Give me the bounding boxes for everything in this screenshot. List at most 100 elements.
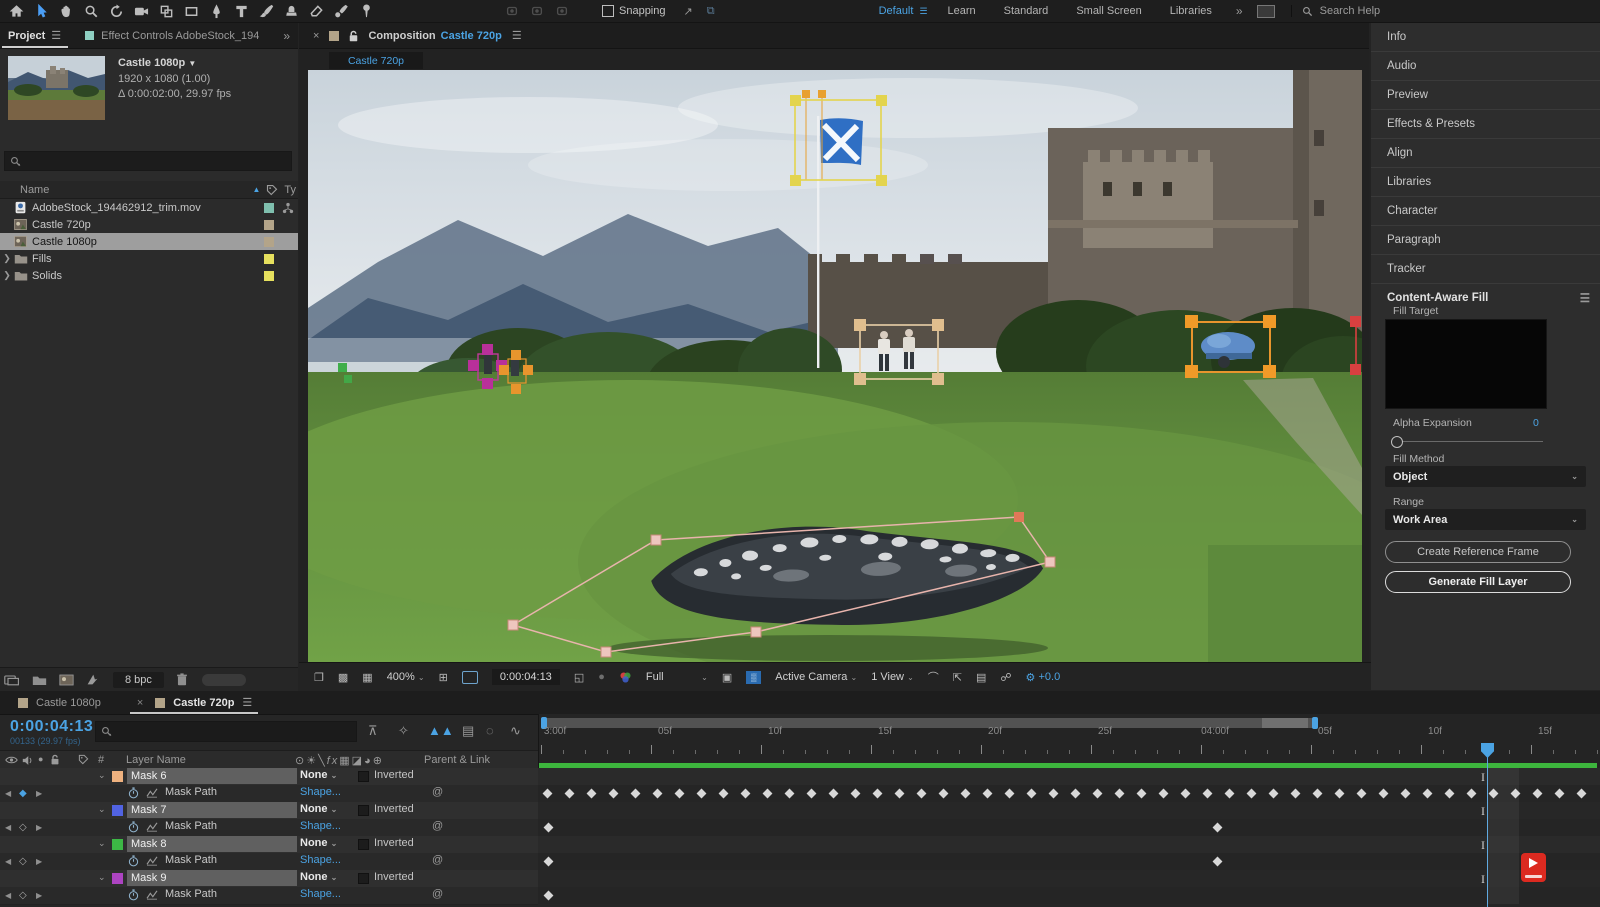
zoom-tool-icon[interactable] [79, 0, 104, 22]
channel-reset-icon[interactable]: ⇱ [953, 671, 962, 684]
tab-effect-controls[interactable]: Effect Controls AdobeStock_194 [101, 30, 259, 42]
snap-features-icon[interactable]: ⧉ [707, 5, 715, 18]
keyframe-icon[interactable] [1577, 789, 1587, 799]
trash-icon[interactable] [176, 673, 188, 686]
prev-keyframe-icon[interactable]: ◀ [5, 891, 11, 900]
label-column-icon[interactable] [78, 754, 89, 765]
lane-mask-6[interactable]: I [538, 768, 1600, 785]
keyframe-icon[interactable] [1555, 789, 1565, 799]
set-keyframe-icon[interactable]: ◇ [19, 821, 27, 833]
next-keyframe-icon[interactable]: ▶ [36, 857, 42, 866]
keyframe-icon[interactable] [1213, 857, 1223, 867]
sort-arrow-icon[interactable]: ▲ [252, 185, 260, 194]
keyframe-icon[interactable] [807, 789, 817, 799]
twirl-icon[interactable]: ⌄ [98, 838, 106, 849]
mirror-viewer-icon[interactable]: ▦ [362, 671, 372, 684]
keyframe-icon[interactable] [1115, 789, 1125, 799]
keyframe-icon[interactable] [1335, 789, 1345, 799]
layer-color-swatch[interactable] [112, 771, 123, 782]
keyframe-lane-mask-8[interactable] [538, 853, 1600, 870]
keyframe-icon[interactable] [895, 789, 905, 799]
property-row-mask-7-mask-path[interactable]: ◀◇▶Mask PathShape...@ [0, 819, 538, 837]
set-keyframe-icon[interactable]: ◆ [19, 787, 27, 799]
graph-editor-icon[interactable]: ∿ [510, 723, 521, 739]
interpret-footage-icon[interactable] [4, 674, 20, 686]
keyframe-icon[interactable] [851, 789, 861, 799]
keyframe-icon[interactable] [785, 789, 795, 799]
primary-viewer-icon[interactable]: ▩ [338, 671, 348, 684]
keyframe-icon[interactable] [1137, 789, 1147, 799]
brush-tool-icon[interactable] [254, 0, 279, 22]
layer-color-swatch[interactable] [112, 805, 123, 816]
renderer-icon[interactable]: ▲▲ [428, 723, 454, 738]
roto-brush-tool-icon[interactable] [329, 0, 354, 22]
keyframe-icon[interactable] [741, 789, 751, 799]
twirl-icon[interactable]: ⌄ [98, 872, 106, 883]
keyframe-icon[interactable] [544, 823, 554, 833]
channels-icon[interactable] [619, 671, 632, 684]
mask-mode-dropdown[interactable]: None ⌄ [300, 871, 337, 883]
keyframe-icon[interactable] [697, 789, 707, 799]
workspace-menu-icon[interactable]: ☰ [919, 6, 927, 17]
layer-name[interactable]: Mask 6 [127, 768, 297, 784]
pick-whip-icon[interactable]: @ [432, 820, 443, 832]
label-column-icon[interactable] [266, 184, 278, 196]
snap-along-edges-icon[interactable]: ↗ [684, 5, 693, 18]
panel-section-preview[interactable]: Preview [1371, 81, 1600, 110]
rotation-tool-icon[interactable] [104, 0, 129, 22]
workspace-standard[interactable]: Standard [1004, 5, 1049, 17]
camera-dropdown[interactable]: Active Camera ⌄ [775, 671, 857, 683]
resolution-dropdown[interactable]: Full ⌄ [646, 671, 708, 683]
property-name[interactable]: Mask Path [165, 854, 217, 866]
keyframe-icon[interactable] [1423, 789, 1433, 799]
workspace-default[interactable]: Default [879, 5, 914, 17]
prev-keyframe-icon[interactable]: ◀ [5, 823, 11, 832]
eye-icon[interactable] [5, 755, 18, 765]
keyframe-icon[interactable] [1445, 789, 1455, 799]
shape-tool-icon[interactable] [179, 0, 204, 22]
graph-icon[interactable] [146, 890, 158, 900]
selection-tool-icon[interactable] [29, 0, 54, 22]
slider-knob[interactable] [1391, 436, 1403, 448]
timeline-tab-close-icon[interactable]: × [137, 697, 143, 709]
keyframe-icon[interactable] [543, 789, 553, 799]
project-item-castle-720p[interactable]: Castle 720p [0, 216, 298, 233]
keyframe-icon[interactable] [587, 789, 597, 799]
pick-whip-icon[interactable]: @ [432, 854, 443, 866]
eraser-tool-icon[interactable] [304, 0, 329, 22]
stopwatch-icon[interactable] [128, 821, 139, 833]
keyframe-icon[interactable] [983, 789, 993, 799]
mask-mode-dropdown[interactable]: None ⌄ [300, 769, 337, 781]
property-name[interactable]: Mask Path [165, 786, 217, 798]
property-value[interactable]: Shape... [300, 888, 341, 900]
keyframe-icon[interactable] [609, 789, 619, 799]
layer-color-swatch[interactable] [112, 873, 123, 884]
prev-keyframe-icon[interactable]: ◀ [5, 857, 11, 866]
keyframe-icon[interactable] [829, 789, 839, 799]
pick-whip-icon[interactable]: @ [432, 786, 443, 798]
keyframe-icon[interactable] [917, 789, 927, 799]
layer-row-mask-6[interactable]: ⌄Mask 6None ⌄Inverted [0, 768, 538, 786]
puppet-pin-tool-icon[interactable] [354, 0, 379, 22]
parent-link-column-label[interactable]: Parent & Link [424, 754, 490, 766]
label-chip[interactable] [264, 220, 274, 230]
exposure-gear-icon[interactable]: ⚙ +0.0 [1026, 671, 1061, 684]
keyframe-icon[interactable] [1005, 789, 1015, 799]
comp-mini-flowchart-icon[interactable]: ⊼ [368, 723, 378, 739]
property-name[interactable]: Mask Path [165, 820, 217, 832]
stopwatch-icon[interactable] [128, 889, 139, 901]
frame-blending-icon[interactable]: ▤ [462, 723, 474, 739]
timeline-tab-menu-icon[interactable]: ☰ [242, 696, 252, 709]
timeline-tab-castle-1080p[interactable]: Castle 1080p [36, 697, 101, 709]
keyframe-icon[interactable] [544, 857, 554, 867]
panel-section-info[interactable]: Info [1371, 23, 1600, 52]
timeline-time-display[interactable]: 0:00:04:13 [10, 718, 93, 736]
keyframe-icon[interactable] [653, 789, 663, 799]
workspace-overflow-icon[interactable]: » [1236, 4, 1243, 18]
column-type[interactable]: Ty [284, 184, 296, 196]
mask-mode-dropdown[interactable]: None ⌄ [300, 837, 337, 849]
workspace-small-screen[interactable]: Small Screen [1076, 5, 1141, 17]
keyframe-lane-mask-6[interactable] [538, 785, 1600, 802]
alpha-expansion-value[interactable]: 0 [1533, 417, 1539, 429]
snapshot-icon[interactable]: ◱ [574, 671, 584, 684]
